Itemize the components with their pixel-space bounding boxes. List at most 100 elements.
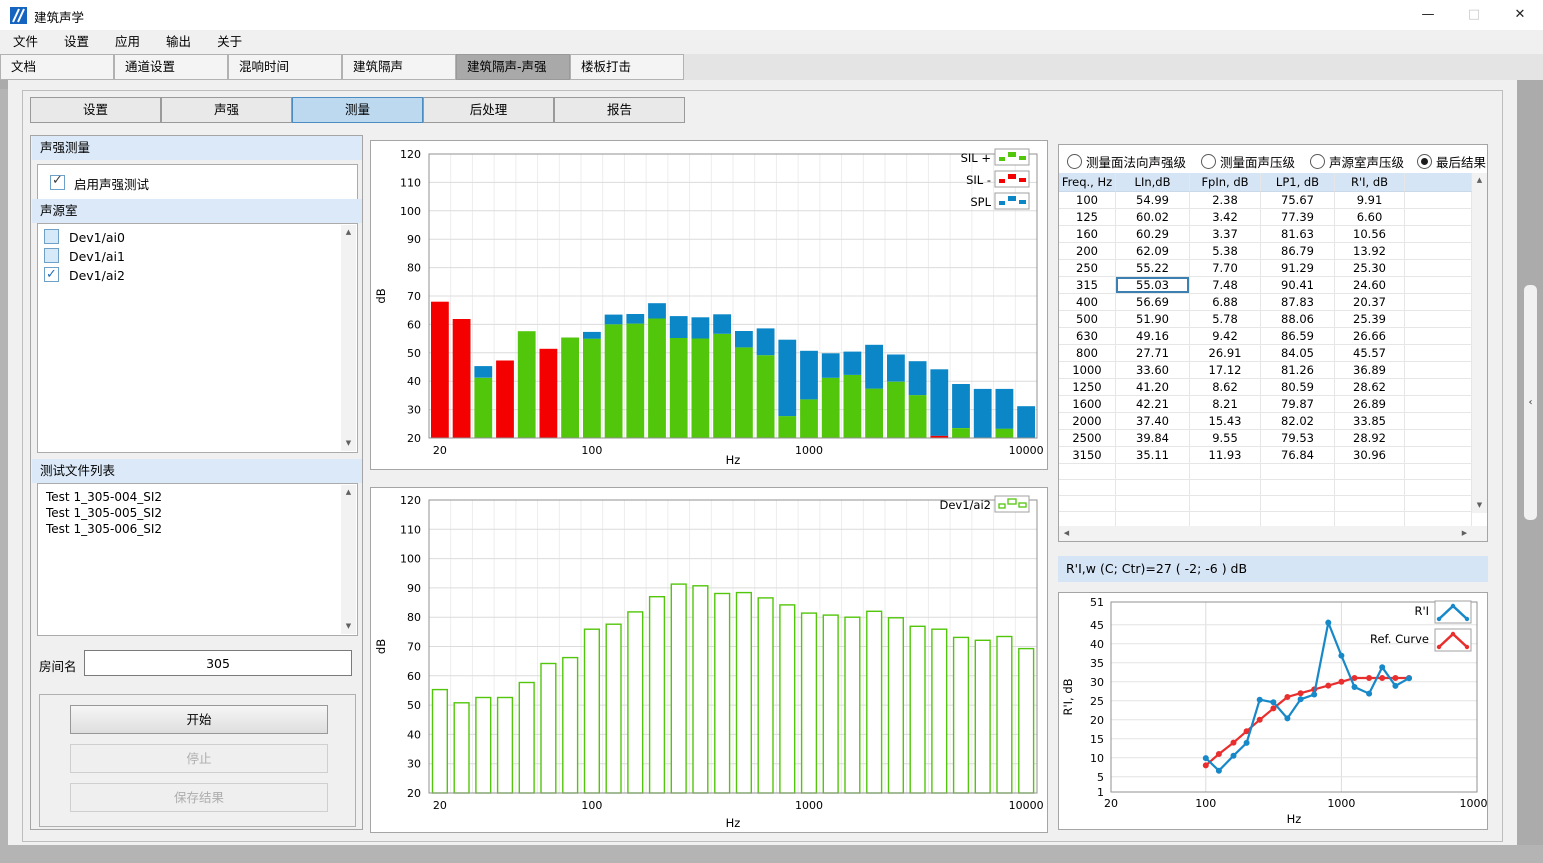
- table-cell[interactable]: 39.84: [1116, 430, 1190, 447]
- table-cell[interactable]: 200: [1059, 243, 1116, 260]
- table-cell[interactable]: [1405, 430, 1472, 447]
- table-cell[interactable]: 9.42: [1190, 328, 1261, 345]
- room-name-input[interactable]: [84, 650, 352, 676]
- table-cell[interactable]: 54.99: [1116, 192, 1190, 209]
- table-cell[interactable]: 77.39: [1261, 209, 1335, 226]
- table-cell[interactable]: 2.38: [1190, 192, 1261, 209]
- table-cell[interactable]: 1600: [1059, 396, 1116, 413]
- tab-docs[interactable]: 文档: [0, 54, 114, 80]
- table-cell[interactable]: 26.91: [1190, 345, 1261, 362]
- table-cell[interactable]: 79.87: [1261, 396, 1335, 413]
- menu-item-about[interactable]: 关于: [204, 30, 255, 54]
- table-cell[interactable]: 28.62: [1335, 379, 1405, 396]
- table-cell[interactable]: 6.88: [1190, 294, 1261, 311]
- table-cell[interactable]: 800: [1059, 345, 1116, 362]
- subtab-settings[interactable]: 设置: [30, 97, 161, 123]
- table-cell[interactable]: 1250: [1059, 379, 1116, 396]
- table-cell[interactable]: 6.60: [1335, 209, 1405, 226]
- tab-airborne-intensity[interactable]: 建筑隔声-声强: [456, 54, 570, 80]
- table-cell[interactable]: 5.38: [1190, 243, 1261, 260]
- table-cell[interactable]: 60.29: [1116, 226, 1190, 243]
- radio-final-result[interactable]: 最后结果: [1417, 152, 1486, 171]
- source-room-item[interactable]: Dev1/ai1: [38, 247, 357, 266]
- source-room-scrollbar[interactable]: ▲ ▼: [341, 225, 356, 451]
- table-cell[interactable]: 81.26: [1261, 362, 1335, 379]
- radio-surface-spl[interactable]: 测量面声压级: [1201, 152, 1295, 171]
- scroll-up-icon[interactable]: ▲: [341, 485, 356, 500]
- table-cell[interactable]: 10.56: [1335, 226, 1405, 243]
- table-cell[interactable]: 13.92: [1335, 243, 1405, 260]
- table-cell[interactable]: 76.84: [1261, 447, 1335, 464]
- table-cell[interactable]: 100: [1059, 192, 1116, 209]
- table-cell[interactable]: 400: [1059, 294, 1116, 311]
- table-cell[interactable]: 56.69: [1116, 294, 1190, 311]
- table-cell[interactable]: 2000: [1059, 413, 1116, 430]
- table-cell[interactable]: 9.55: [1190, 430, 1261, 447]
- table-cell[interactable]: 33.60: [1116, 362, 1190, 379]
- table-cell[interactable]: 86.59: [1261, 328, 1335, 345]
- table-cell[interactable]: [1405, 345, 1472, 362]
- tab-airborne[interactable]: 建筑隔声: [342, 54, 456, 80]
- table-cell[interactable]: 35.11: [1116, 447, 1190, 464]
- enable-intensity-checkbox[interactable]: [50, 175, 65, 190]
- table-cell[interactable]: 86.79: [1261, 243, 1335, 260]
- menu-item-output[interactable]: 输出: [153, 30, 204, 54]
- table-cell[interactable]: 62.09: [1116, 243, 1190, 260]
- radio-icon[interactable]: [1067, 154, 1082, 169]
- tab-reverb-time[interactable]: 混响时间: [228, 54, 342, 80]
- table-cell[interactable]: 125: [1059, 209, 1116, 226]
- table-cell[interactable]: 79.53: [1261, 430, 1335, 447]
- table-cell[interactable]: [1405, 209, 1472, 226]
- scroll-left-icon[interactable]: ◀: [1059, 526, 1074, 541]
- table-cell[interactable]: [1405, 447, 1472, 464]
- table-cell[interactable]: 42.21: [1116, 396, 1190, 413]
- table-cell[interactable]: 2500: [1059, 430, 1116, 447]
- table-cell[interactable]: 80.59: [1261, 379, 1335, 396]
- start-button[interactable]: 开始: [70, 705, 328, 734]
- table-cell[interactable]: 26.66: [1335, 328, 1405, 345]
- panel-collapse-handle[interactable]: ‹: [1524, 285, 1537, 520]
- scroll-down-icon[interactable]: ▼: [341, 436, 356, 451]
- table-cell[interactable]: [1405, 277, 1472, 294]
- table-cell[interactable]: 160: [1059, 226, 1116, 243]
- table-cell[interactable]: 25.30: [1335, 260, 1405, 277]
- table-cell[interactable]: 315: [1059, 277, 1116, 294]
- table-cell[interactable]: 60.02: [1116, 209, 1190, 226]
- table-cell[interactable]: 27.71: [1116, 345, 1190, 362]
- table-cell[interactable]: 7.48: [1190, 277, 1261, 294]
- file-list-scrollbar[interactable]: ▲ ▼: [341, 485, 356, 634]
- subtab-measure[interactable]: 测量: [292, 97, 423, 123]
- subtab-intensity[interactable]: 声强: [161, 97, 292, 123]
- table-cell[interactable]: 36.89: [1335, 362, 1405, 379]
- close-button[interactable]: ✕: [1497, 0, 1543, 30]
- table-cell[interactable]: [1405, 243, 1472, 260]
- table-cell[interactable]: 91.29: [1261, 260, 1335, 277]
- table-cell[interactable]: [1405, 294, 1472, 311]
- table-cell[interactable]: 630: [1059, 328, 1116, 345]
- table-cell[interactable]: 55.03: [1116, 277, 1190, 294]
- table-cell[interactable]: [1405, 311, 1472, 328]
- table-cell[interactable]: 5.78: [1190, 311, 1261, 328]
- table-vertical-scrollbar[interactable]: ▲ ▼: [1472, 173, 1487, 513]
- table-cell[interactable]: 3.37: [1190, 226, 1261, 243]
- table-cell[interactable]: 33.85: [1335, 413, 1405, 430]
- table-cell[interactable]: 1000: [1059, 362, 1116, 379]
- radio-source-room-spl[interactable]: 声源室声压级: [1310, 152, 1404, 171]
- table-cell[interactable]: 250: [1059, 260, 1116, 277]
- table-cell[interactable]: 11.93: [1190, 447, 1261, 464]
- test-file-item[interactable]: Test 1_305-006_SI2: [38, 521, 357, 537]
- table-cell[interactable]: 41.20: [1116, 379, 1190, 396]
- maximize-button[interactable]: □: [1451, 0, 1497, 30]
- subtab-report[interactable]: 报告: [554, 97, 685, 123]
- tab-floor-impact[interactable]: 楼板打击: [570, 54, 684, 80]
- table-cell[interactable]: [1405, 379, 1472, 396]
- table-cell[interactable]: 3150: [1059, 447, 1116, 464]
- table-cell[interactable]: 30.96: [1335, 447, 1405, 464]
- table-cell[interactable]: 88.06: [1261, 311, 1335, 328]
- table-cell[interactable]: 75.67: [1261, 192, 1335, 209]
- table-cell[interactable]: 87.83: [1261, 294, 1335, 311]
- menu-item-file[interactable]: 文件: [0, 30, 51, 54]
- scroll-right-icon[interactable]: ▶: [1457, 526, 1472, 541]
- table-cell[interactable]: 49.16: [1116, 328, 1190, 345]
- scroll-up-icon[interactable]: ▲: [1472, 173, 1487, 188]
